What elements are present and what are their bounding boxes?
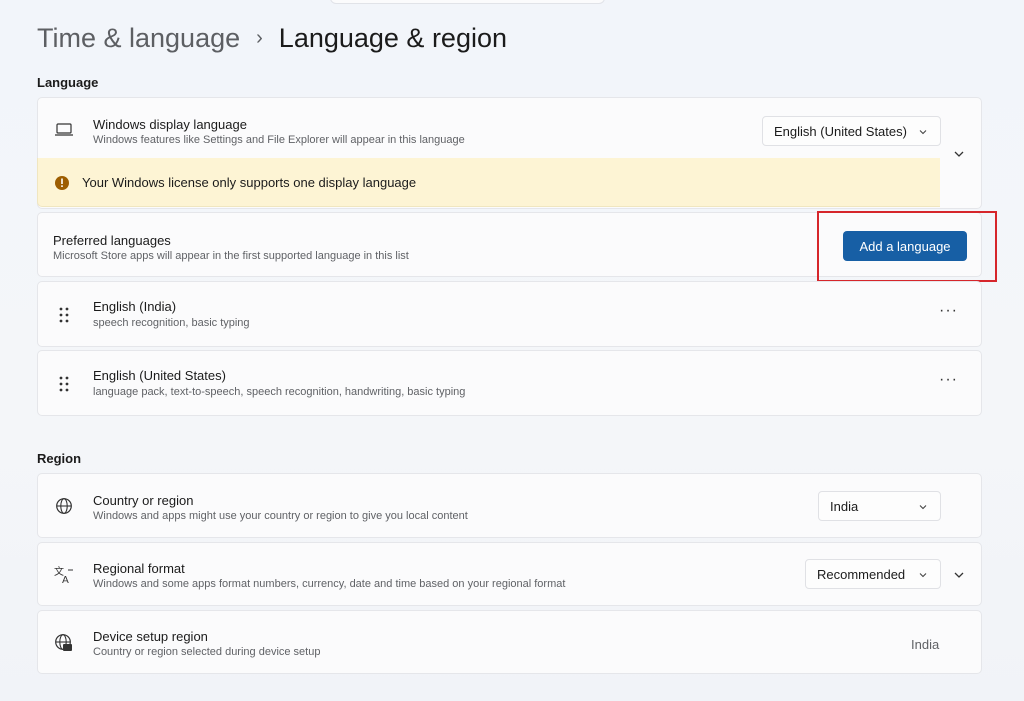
add-language-button[interactable]: Add a language: [843, 231, 967, 261]
regional-format-subtitle: Windows and some apps format numbers, cu…: [93, 578, 566, 590]
country-region-dropdown[interactable]: India: [818, 491, 941, 521]
drag-handle-icon[interactable]: [52, 372, 76, 396]
page-title: Language & region: [278, 22, 507, 53]
section-label-region: Region: [37, 451, 82, 466]
country-region-subtitle: Windows and apps might use your country …: [93, 510, 468, 522]
globe-device-icon: [52, 631, 76, 655]
display-language-value: English (United States): [774, 123, 907, 139]
drag-handle-icon[interactable]: [52, 303, 76, 327]
regional-format-card: 文A Regional format Windows and some apps…: [37, 542, 982, 606]
warning-icon: [54, 175, 70, 196]
country-region-value: India: [830, 498, 859, 514]
more-options-icon[interactable]: ···: [939, 371, 958, 389]
device-setup-region-value: India: [911, 637, 940, 652]
language-item[interactable]: English (India) speech recognition, basi…: [37, 281, 982, 347]
breadcrumb-parent[interactable]: Time & language: [37, 23, 240, 54]
section-label-language: Language: [37, 75, 99, 90]
preferred-languages-subtitle: Microsoft Store apps will appear in the …: [53, 250, 409, 262]
display-language-subtitle: Windows features like Settings and File …: [93, 134, 465, 146]
device-setup-region-card: Device setup region Country or region se…: [37, 610, 982, 674]
expand-chevron-icon[interactable]: [952, 147, 966, 165]
breadcrumb-separator: ›: [256, 26, 263, 49]
country-region-title: Country or region: [93, 493, 194, 508]
language-name: English (United States): [93, 368, 226, 383]
display-language-dropdown[interactable]: English (United States): [762, 116, 941, 146]
search-box-edge: [330, 0, 605, 4]
preferred-languages-title: Preferred languages: [53, 233, 171, 248]
regional-format-title: Regional format: [93, 561, 185, 576]
chevron-down-icon: [918, 500, 928, 515]
country-region-card: Country or region Windows and apps might…: [37, 473, 982, 538]
notice-text: Your Windows license only supports one d…: [82, 175, 417, 190]
regional-format-value: Recommended: [817, 566, 906, 582]
expand-chevron-icon[interactable]: [952, 568, 966, 586]
language-features: language pack, text-to-speech, speech re…: [93, 386, 466, 398]
language-name: English (India): [93, 299, 177, 314]
svg-text:A: A: [62, 575, 69, 585]
chevron-down-icon: [918, 125, 928, 140]
globe-icon: [52, 494, 76, 518]
language-item[interactable]: English (United States) language pack, t…: [37, 350, 982, 416]
device-setup-region-title: Device setup region: [93, 629, 208, 644]
laptop-icon: [52, 118, 76, 142]
device-setup-region-subtitle: Country or region selected during device…: [93, 646, 321, 658]
preferred-languages-card: Preferred languages Microsoft Store apps…: [37, 212, 982, 277]
license-notice: Your Windows license only supports one d…: [37, 158, 940, 207]
language-features: speech recognition, basic typing: [93, 317, 250, 329]
chevron-down-icon: [918, 568, 928, 583]
breadcrumb: Time & language › Language & region: [37, 18, 507, 58]
language-format-icon: 文A: [52, 563, 76, 587]
display-language-title: Windows display language: [93, 117, 247, 132]
regional-format-dropdown[interactable]: Recommended: [805, 559, 941, 589]
more-options-icon[interactable]: ···: [939, 302, 958, 320]
